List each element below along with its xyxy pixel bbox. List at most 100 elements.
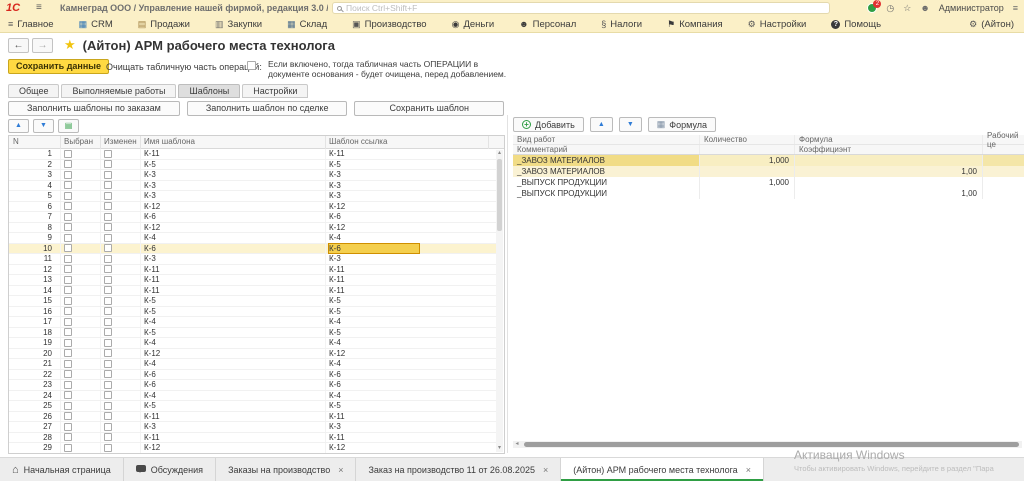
checkbox[interactable] <box>64 150 72 158</box>
move-up-button[interactable]: ▲ <box>8 119 29 133</box>
forward-button[interactable]: → <box>32 38 53 53</box>
table-row[interactable]: 12К-11К-11 <box>9 265 496 276</box>
table-row[interactable]: 29К-12К-12 <box>9 443 496 453</box>
table-row[interactable]: 18К-5К-5 <box>9 328 496 339</box>
table-row[interactable]: 3К-3К-3 <box>9 170 496 181</box>
taskbar-tab-home[interactable]: ⌂ Начальная страница <box>0 458 124 481</box>
checkbox[interactable] <box>64 244 72 252</box>
col-comment[interactable]: Комментарий <box>513 145 700 154</box>
checkbox[interactable] <box>104 307 112 315</box>
checkbox[interactable] <box>64 213 72 221</box>
operation-comment-row[interactable]: _ЗАВОЗ МАТЕРИАЛОВ1,00 <box>513 166 1024 177</box>
table-row[interactable]: 4К-3К-3 <box>9 181 496 192</box>
col-quantity[interactable]: Количество <box>700 135 795 144</box>
table-row[interactable]: 22К-6К-6 <box>9 370 496 381</box>
menu-item[interactable]: ☻Персонал <box>519 19 576 30</box>
checkbox[interactable] <box>64 391 72 399</box>
table-row[interactable]: 2К-5К-5 <box>9 160 496 171</box>
row-up-button[interactable]: ▲ <box>590 117 613 132</box>
checkbox[interactable] <box>104 255 112 263</box>
checkbox[interactable] <box>104 402 112 410</box>
checkbox[interactable] <box>104 360 112 368</box>
tab-obschee[interactable]: Общее <box>8 84 59 98</box>
taskbar-tab-production-order-11[interactable]: Заказ на производство 11 от 26.08.2025 × <box>356 458 561 481</box>
fill-templates-by-orders-button[interactable]: Заполнить шаблоны по заказам <box>8 101 180 116</box>
table-row[interactable]: 25К-5К-5 <box>9 401 496 412</box>
checkbox[interactable] <box>104 276 112 284</box>
horizontal-scrollbar[interactable]: ◂ <box>513 441 1022 448</box>
table-row[interactable]: 26К-11К-11 <box>9 412 496 423</box>
clear-operations-checkbox[interactable] <box>247 61 256 70</box>
col-work-type[interactable]: Вид работ <box>513 135 700 144</box>
checkbox[interactable] <box>64 307 72 315</box>
checkbox[interactable] <box>64 444 72 452</box>
panel-splitter[interactable] <box>507 115 508 453</box>
favorite-star-icon[interactable]: ★ <box>64 37 76 53</box>
table-row[interactable]: 16К-5К-5 <box>9 307 496 318</box>
back-button[interactable]: ← <box>8 38 29 53</box>
checkbox[interactable] <box>104 286 112 294</box>
close-icon[interactable]: × <box>338 465 343 475</box>
table-row[interactable]: 28К-11К-11 <box>9 433 496 444</box>
notifications-icon[interactable]: 2 <box>867 3 877 13</box>
table-row[interactable]: 1К-11К-11 <box>9 149 496 160</box>
checkbox[interactable] <box>104 202 112 210</box>
checkbox[interactable] <box>104 171 112 179</box>
checkbox[interactable] <box>104 433 112 441</box>
checkbox[interactable] <box>64 412 72 420</box>
checkbox[interactable] <box>64 276 72 284</box>
checkbox[interactable] <box>104 412 112 420</box>
checkbox[interactable] <box>104 328 112 336</box>
tab-vypolnyaemye-raboty[interactable]: Выполняемые работы <box>61 84 176 98</box>
menu-item[interactable]: ⚙Настройки <box>748 19 807 30</box>
table-row[interactable]: 5К-3К-3 <box>9 191 496 202</box>
checkbox[interactable] <box>104 181 112 189</box>
checkbox[interactable] <box>104 244 112 252</box>
menu-item-ayton[interactable]: ⚙ (Айтон) <box>969 19 1014 30</box>
table-row[interactable]: 27К-3К-3 <box>9 422 496 433</box>
taskbar-tab-arm-technologist[interactable]: (Айтон) АРМ рабочего места технолога × <box>561 458 764 481</box>
table-row[interactable]: 24К-4К-4 <box>9 391 496 402</box>
scroll-down-icon[interactable]: ▾ <box>496 445 503 452</box>
col-n[interactable]: N <box>9 136 61 149</box>
current-user-label[interactable]: Администратор <box>939 3 1004 13</box>
checkbox[interactable] <box>64 402 72 410</box>
checkbox[interactable] <box>104 349 112 357</box>
taskbar-tab-discussions[interactable]: Обсуждения <box>124 458 216 481</box>
col-selected[interactable]: Выбран <box>61 136 101 149</box>
checkbox[interactable] <box>104 213 112 221</box>
checkbox[interactable] <box>104 444 112 452</box>
checkbox[interactable] <box>64 423 72 431</box>
row-down-button[interactable]: ▼ <box>619 117 642 132</box>
checkbox[interactable] <box>64 255 72 263</box>
col-work-center[interactable]: Рабочий це <box>983 135 1024 144</box>
table-row[interactable]: 21К-4К-4 <box>9 359 496 370</box>
menu-item[interactable]: ⚑Компания <box>667 19 723 30</box>
checkbox[interactable] <box>64 171 72 179</box>
operation-row[interactable]: _ЗАВОЗ МАТЕРИАЛОВ1,000 <box>513 155 1024 166</box>
scrollbar-thumb[interactable] <box>497 159 502 231</box>
checkbox[interactable] <box>64 318 72 326</box>
menu-item[interactable]: ▤Продажи <box>138 19 190 30</box>
save-data-button[interactable]: Сохранить данные <box>8 59 109 74</box>
checkbox[interactable] <box>104 192 112 200</box>
checkbox[interactable] <box>64 181 72 189</box>
checkbox[interactable] <box>104 297 112 305</box>
checkbox[interactable] <box>104 318 112 326</box>
checkbox[interactable] <box>64 297 72 305</box>
checkbox[interactable] <box>104 150 112 158</box>
col-template-ref[interactable]: Шаблон ссылка <box>326 136 489 149</box>
table-row[interactable]: 19К-4К-4 <box>9 338 496 349</box>
service-menu-icon[interactable]: ≡ <box>1013 3 1018 13</box>
menu-item[interactable]: §Налоги <box>601 19 642 30</box>
main-menu-icon[interactable]: ≡ <box>36 2 42 13</box>
move-down-button[interactable]: ▼ <box>33 119 54 133</box>
checkbox[interactable] <box>64 328 72 336</box>
menu-item[interactable]: ▣Производство <box>352 19 426 30</box>
menu-item[interactable]: ?Помощь <box>831 19 881 30</box>
tab-shablony[interactable]: Шаблоны <box>178 84 240 98</box>
checkbox[interactable] <box>64 234 72 242</box>
checkbox[interactable] <box>104 160 112 168</box>
formula-button[interactable]: ▦ Формула <box>648 117 716 132</box>
col-template-name[interactable]: Имя шаблона <box>141 136 326 149</box>
